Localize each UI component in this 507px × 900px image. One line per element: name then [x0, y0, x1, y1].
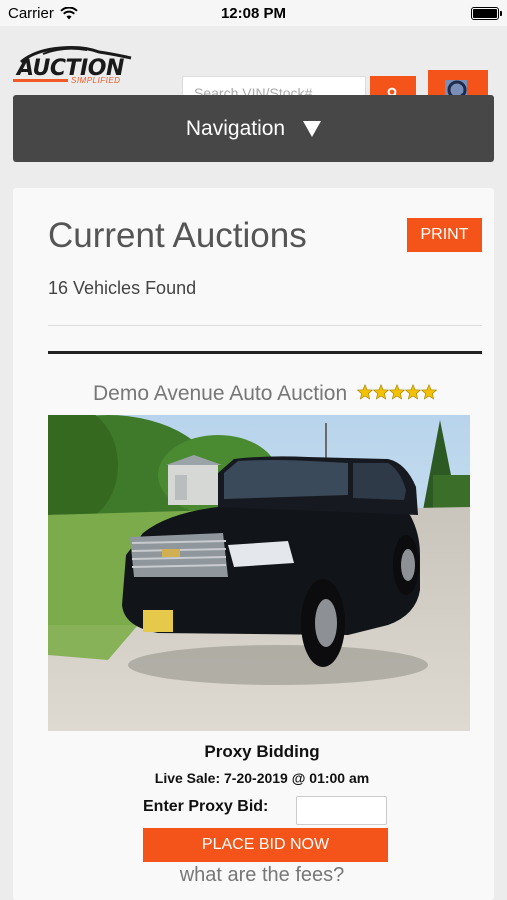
star-icon — [388, 384, 406, 401]
header: AUCTION SIMPLIFIED — [0, 26, 507, 112]
vehicle-photo-image — [48, 415, 470, 731]
logo-subtitle: SIMPLIFIED — [71, 76, 121, 85]
proxy-bidding-title: Proxy Bidding — [204, 742, 320, 761]
logo-swoosh-icon — [13, 79, 68, 82]
proxy-bid-input[interactable] — [296, 796, 387, 825]
auction-card: Current Auctions PRINT 16 Vehicles Found… — [13, 188, 494, 900]
vehicle-count: 16 Vehicles Found — [48, 278, 197, 298]
carrier-label: Carrier — [8, 4, 54, 22]
battery-icon — [471, 6, 502, 20]
page-title: Current Auctions — [48, 216, 307, 255]
status-bar: Carrier 12:08 PM — [0, 0, 507, 26]
star-icon — [404, 384, 422, 401]
auction-name[interactable]: Demo Avenue Auto Auction — [93, 382, 347, 405]
live-sale-date: Live Sale: 7-20-2019 @ 01:00 am — [154, 770, 370, 786]
auction-simplified-logo[interactable]: AUCTION SIMPLIFIED — [13, 44, 137, 85]
place-bid-button[interactable]: PLACE BID NOW — [143, 828, 388, 862]
proxy-bid-label: Enter Proxy Bid: — [143, 798, 269, 815]
wifi-icon — [60, 6, 78, 19]
status-left: Carrier — [8, 5, 78, 22]
star-icon — [420, 384, 438, 401]
star-icon — [372, 384, 390, 401]
print-button[interactable]: PRINT — [407, 218, 482, 252]
auction-name-row: Demo Avenue Auto Auction — [48, 382, 482, 406]
fees-link[interactable]: what are the fees? — [48, 864, 476, 887]
rating-stars — [356, 382, 438, 406]
divider — [48, 325, 482, 326]
vehicle-photo[interactable] — [48, 415, 470, 731]
navigation-dropdown[interactable]: Navigation — [13, 95, 494, 162]
navigation-label: Navigation — [185, 116, 286, 140]
section-divider — [48, 351, 482, 354]
star-icon — [356, 384, 374, 401]
dropdown-triangle-icon — [303, 120, 322, 137]
